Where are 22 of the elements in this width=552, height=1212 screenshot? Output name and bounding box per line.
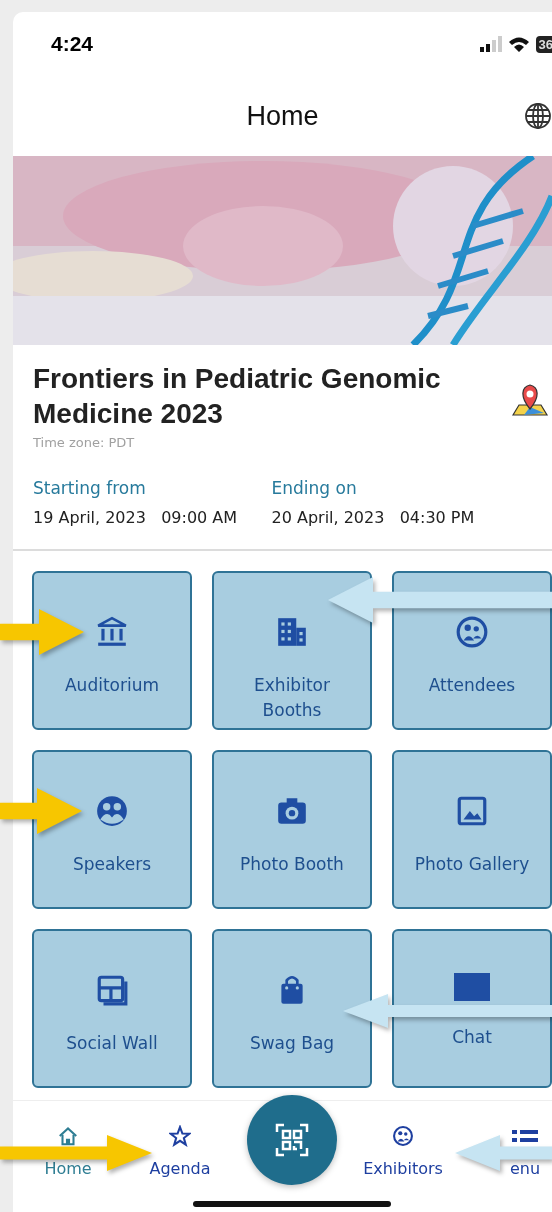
tile-button[interactable]: Swag Bag	[212, 929, 372, 1088]
tile-button[interactable]: Exhibitor Booths	[212, 571, 372, 730]
start-label: Starting from	[33, 478, 147, 498]
tile-button[interactable]: Photo Gallery	[392, 750, 552, 909]
nav-tab[interactable]: enu	[510, 1159, 541, 1178]
tile-button[interactable]: Social Wall	[32, 929, 192, 1088]
start-date-time: 19 April, 2023 09:00 AM	[33, 508, 239, 527]
tile-button[interactable]: Speakers	[32, 750, 192, 909]
page-title: Home	[246, 100, 319, 132]
tile-button[interactable]: Attendees	[392, 571, 552, 730]
nav-tab[interactable]: Home	[44, 1159, 92, 1178]
end-label: Ending on	[271, 478, 358, 498]
nav-tab[interactable]: Agenda	[149, 1159, 211, 1178]
end-date-time: 20 April, 2023 04:30 PM	[271, 508, 476, 527]
nav-tab[interactable]: Exhibitors	[363, 1159, 443, 1178]
tile-button[interactable]: Photo Booth	[212, 750, 372, 909]
status-time: 4:24	[51, 32, 95, 56]
time-zone: Time zone: PDT	[33, 435, 136, 450]
tile-button[interactable]: Auditorium	[32, 571, 192, 730]
tile-button[interactable]: Chat	[392, 929, 552, 1088]
event-title: Frontiers in Pediatric Genomic Medicine 2023	[33, 362, 442, 431]
battery-level: 36	[535, 35, 552, 53]
